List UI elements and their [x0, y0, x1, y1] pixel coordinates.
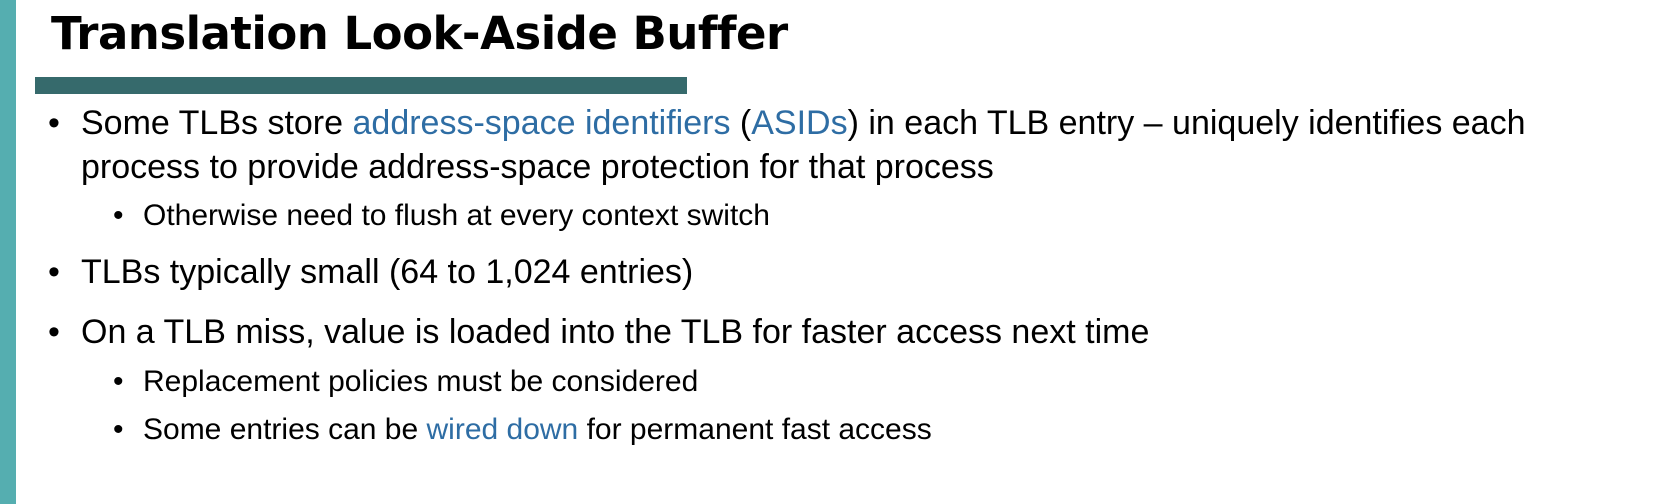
sub-bullet-dot: •	[113, 199, 124, 232]
title-underline-bar	[35, 77, 687, 94]
highlight-address-space-identifiers: address-space identifiers	[352, 104, 731, 142]
sub-bullet-1-1-text: Otherwise need to flush at every context…	[143, 199, 770, 232]
bullet-dot: •	[48, 104, 60, 142]
sub-bullet-3-2-text-b: for permanent fast access	[578, 413, 932, 446]
sub-bullet-3-2-text: Some entries can be wired down for perma…	[143, 410, 932, 450]
bullet-1-line-2: process to provide address-space protect…	[81, 148, 994, 186]
bullet-2-text: TLBs typically small (64 to 1,024 entrie…	[81, 253, 694, 291]
highlight-wired-down: wired down	[426, 413, 579, 446]
bullet-1-text-c: ) in each TLB entry – uniquely identifie…	[847, 104, 1526, 142]
slide-title: Translation Look-Aside Buffer	[51, 7, 788, 60]
sub-bullet-3-2-text-a: Some entries can be	[143, 413, 427, 446]
sub-bullet-dot: •	[113, 413, 124, 446]
left-accent-bar	[0, 0, 16, 504]
bullet-1-text-a: Some TLBs store	[81, 104, 353, 142]
sub-bullet-dot: •	[113, 365, 124, 398]
bullet-dot: •	[48, 253, 60, 291]
bullet-dot: •	[48, 313, 60, 351]
bullet-1-text-b: (	[730, 104, 752, 142]
bullet-3-text: On a TLB miss, value is loaded into the …	[81, 313, 1150, 351]
bullet-1-line-1: Some TLBs store address-space identifier…	[81, 100, 1526, 146]
sub-bullet-3-1-text: Replacement policies must be considered	[143, 365, 699, 398]
highlight-asids: ASIDs	[751, 104, 848, 142]
